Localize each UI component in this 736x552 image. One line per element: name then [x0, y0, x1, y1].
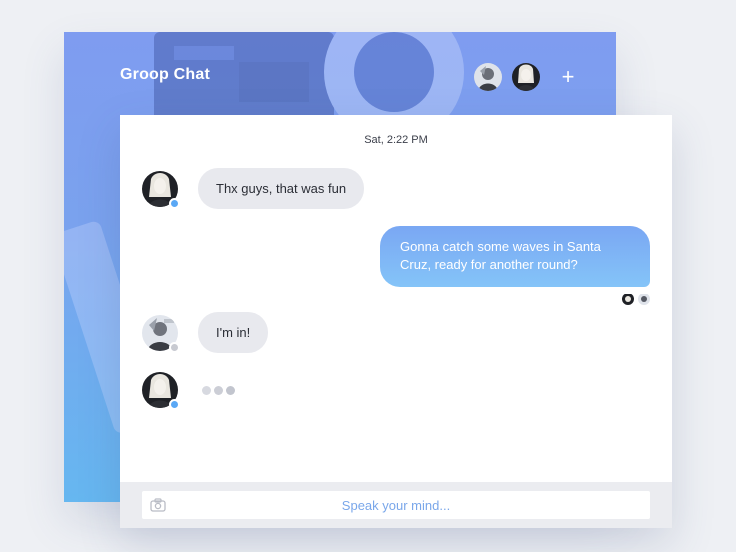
online-status-dot [169, 399, 180, 410]
message-bubble-outgoing: Gonna catch some waves in Santa Cruz, re… [380, 226, 650, 287]
read-receipt-avatar [638, 293, 650, 305]
typing-dot [202, 385, 211, 395]
add-member-icon[interactable]: + [556, 63, 580, 91]
message-row: Thx guys, that was fun [142, 168, 365, 209]
message-row: I'm in! [142, 312, 269, 353]
message-input[interactable]: Speak your mind... [142, 491, 650, 519]
read-receipts [622, 293, 650, 305]
read-receipt-avatar [622, 293, 634, 305]
message-bubble: Thx guys, that was fun [198, 168, 365, 209]
avatar[interactable] [142, 170, 180, 209]
offline-status-dot [169, 341, 180, 353]
typing-indicator [202, 385, 235, 395]
online-status-dot [169, 197, 180, 209]
avatar[interactable] [142, 372, 180, 410]
member-avatar[interactable] [474, 63, 502, 91]
message-bubble: I'm in! [198, 312, 269, 353]
message-placeholder: Speak your mind... [341, 497, 451, 513]
member-avatar[interactable] [512, 63, 540, 91]
message-timestamp: Sat, 2:22 PM [364, 134, 428, 146]
camera-icon[interactable] [150, 498, 166, 512]
typing-dot [226, 385, 235, 395]
chat-window: Sat, 2:22 PM Thx guys, that was fun Gonn… [120, 115, 672, 528]
avatar[interactable] [142, 314, 180, 353]
header-members: + [474, 63, 580, 91]
message-row [142, 372, 235, 410]
composer-bar: Speak your mind... [120, 482, 672, 528]
chat-title: Groop Chat [120, 66, 210, 83]
typing-dot [214, 385, 223, 395]
